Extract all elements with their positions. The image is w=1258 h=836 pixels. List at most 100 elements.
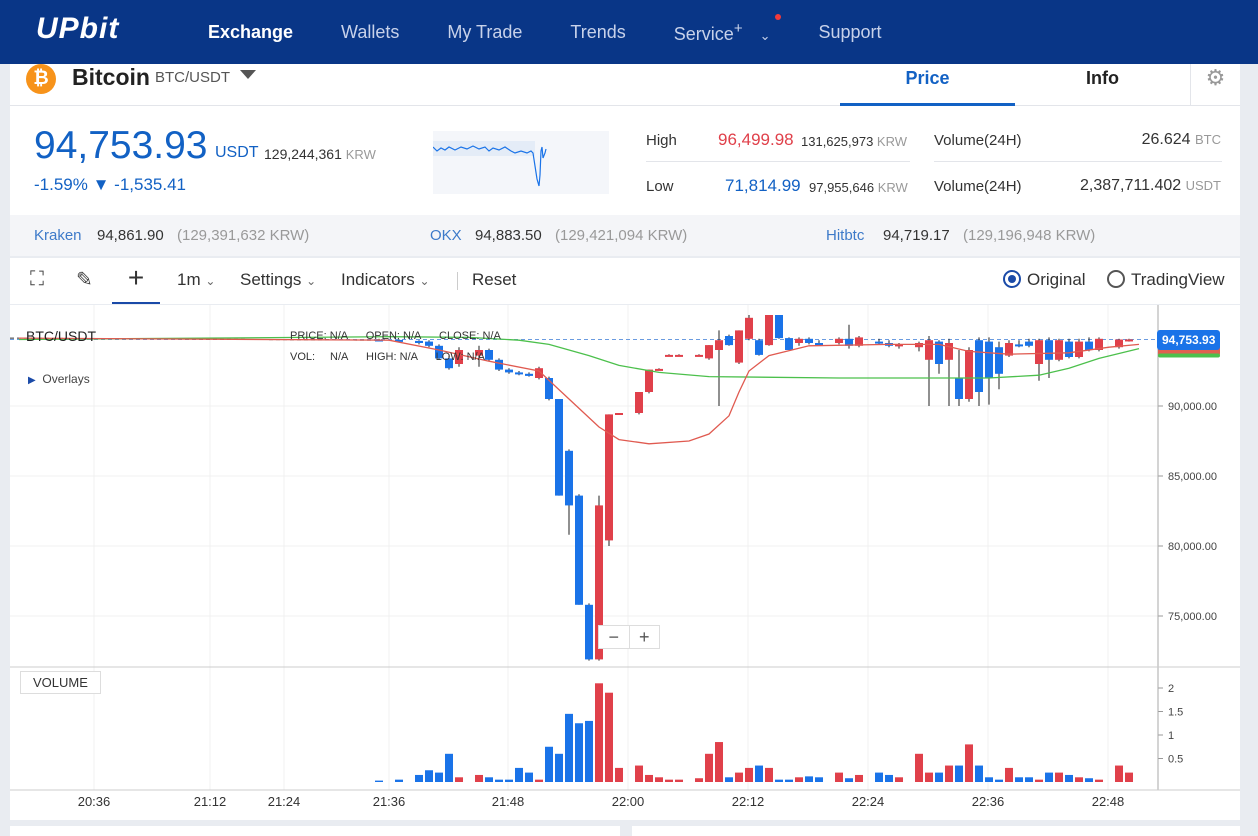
- high-value: 96,499.98: [718, 130, 794, 149]
- time-label: 21:12: [194, 794, 227, 809]
- zoom-in-button[interactable]: +: [630, 626, 660, 648]
- candle-body: [1055, 340, 1063, 360]
- zoom-out-button[interactable]: −: [599, 626, 630, 648]
- nav-wallets[interactable]: Wallets: [341, 22, 399, 43]
- candle-body: [755, 340, 763, 355]
- volume-bar: [535, 779, 543, 782]
- reset-button[interactable]: Reset: [472, 270, 516, 290]
- pencil-icon[interactable]: ✎: [76, 267, 93, 292]
- chevron-down-icon: ⌄: [759, 27, 771, 43]
- candle-body: [835, 338, 843, 343]
- indicators-menu[interactable]: Indicators ⌄: [341, 270, 430, 290]
- coin-header: ₿ Bitcoin BTC/USDT Price Info ⚙: [10, 64, 1240, 106]
- time-label: 22:00: [612, 794, 645, 809]
- volume-bar: [875, 772, 883, 782]
- volume-bar: [525, 772, 533, 782]
- legend-close-label: CLOSE:: [439, 330, 480, 342]
- volume-bar: [1035, 779, 1043, 782]
- overlays-label: Overlays: [42, 372, 90, 386]
- volume-bar: [935, 772, 943, 782]
- legend-high-label: HIGH:: [366, 351, 397, 363]
- nav-service[interactable]: Service+ ⌄: [674, 13, 781, 45]
- volume-bar: [1085, 778, 1093, 782]
- volume-bar: [665, 779, 673, 782]
- candle-body: [1125, 339, 1133, 342]
- candle-body: [705, 345, 713, 359]
- volume-bar: [815, 777, 823, 782]
- nav-support[interactable]: Support: [819, 22, 882, 43]
- candle-body: [665, 354, 673, 357]
- tab-price[interactable]: Price: [840, 64, 1015, 106]
- change-amount: ▼ -1,535.41: [92, 175, 186, 194]
- legend-low: N/A: [466, 351, 485, 363]
- fullscreen-icon[interactable]: ⛶: [30, 268, 44, 291]
- interval-select[interactable]: 1m ⌄: [177, 270, 215, 290]
- krw-unit: KRW: [345, 147, 376, 162]
- candle-body: [985, 341, 993, 378]
- candle-body: [975, 340, 983, 392]
- time-label: 21:48: [492, 794, 525, 809]
- price-chart[interactable]: 20:36 21:12 21:24 21:36 21:48 22:00 22:12 22:24…: [9, 305, 1240, 820]
- exchange-kraken[interactable]: Kraken: [34, 227, 82, 244]
- candle-body: [765, 315, 773, 346]
- candle-body: [1085, 341, 1093, 350]
- overlays-toggle[interactable]: ▶ Overlays: [28, 372, 90, 386]
- chart-toolbar: ⛶ ✎ + 1m ⌄ Settings ⌄ Indicators ⌄ Reset…: [10, 258, 1240, 304]
- volume-usdt-unit: USDT: [1185, 178, 1221, 193]
- upbit-logo[interactable]: UPbit: [36, 12, 119, 46]
- volume-btc-unit: BTC: [1195, 132, 1221, 147]
- legend-row-2: VOL: N/A HIGH: N/A LOW: N/A: [290, 347, 550, 368]
- volume-bar: [695, 778, 703, 782]
- krw-unit: KRW: [876, 134, 908, 149]
- volume-bar: [1125, 772, 1133, 782]
- volume-bar: [985, 777, 993, 782]
- candle-body: [615, 413, 623, 415]
- radio-original[interactable]: Original: [1003, 270, 1086, 290]
- settings-menu[interactable]: Settings ⌄: [240, 270, 316, 290]
- bottom-panel-right: [632, 826, 1240, 836]
- candle-body: [675, 354, 683, 357]
- price-tick-label: 90,000.00: [1168, 401, 1217, 413]
- coin-name: Bitcoin: [72, 64, 150, 90]
- volume-bar: [1045, 772, 1053, 782]
- volume-bar: [1075, 777, 1083, 782]
- volume-tick-label: 0.5: [1168, 754, 1183, 766]
- candle-body: [725, 336, 733, 346]
- tab-info[interactable]: Info: [1015, 64, 1190, 106]
- volume-bar: [975, 765, 983, 782]
- gear-icon[interactable]: ⚙: [1190, 64, 1240, 106]
- interval-value: 1m: [177, 270, 201, 289]
- candle-body: [785, 338, 793, 350]
- radio-tradingview[interactable]: TradingView: [1107, 270, 1225, 290]
- volume-bar: [705, 753, 713, 782]
- volume-bar: [755, 765, 763, 782]
- volume-bar: [605, 692, 613, 782]
- top-navigation: UPbit Exchange Wallets My Trade Trends S…: [0, 0, 1258, 64]
- candle-body: [505, 369, 513, 373]
- volume-bar: [775, 779, 783, 782]
- crosshair-icon[interactable]: +: [112, 258, 160, 304]
- exchange-hitbtc[interactable]: Hitbtc: [826, 227, 864, 244]
- volume-bar: [585, 720, 593, 782]
- volume-bar: [805, 776, 813, 782]
- volume-bar: [845, 778, 853, 782]
- candle-body: [925, 340, 933, 360]
- exchange-okx[interactable]: OKX: [430, 227, 462, 244]
- legend-high: N/A: [399, 351, 418, 363]
- volume-bar: [855, 774, 863, 782]
- candle-body: [585, 604, 593, 660]
- nav-trends[interactable]: Trends: [570, 22, 625, 43]
- notification-dot: [774, 13, 781, 20]
- nav-exchange[interactable]: Exchange: [208, 22, 293, 43]
- last-price-label: 94,753.93: [1157, 330, 1221, 350]
- nav-my-trade[interactable]: My Trade: [447, 22, 522, 43]
- radio-selected-icon: [1003, 270, 1021, 288]
- volume-bar: [1005, 767, 1013, 782]
- price-change: -1.59% ▼ -1,535.41: [34, 175, 186, 195]
- candle-body: [955, 378, 963, 399]
- coin-select-caret-icon[interactable]: [240, 70, 256, 79]
- hitbtc-krw: (129,196,948 KRW): [963, 227, 1096, 244]
- low-krw: 97,955,646 KRW: [809, 180, 908, 195]
- chart-svg[interactable]: 20:36 21:12 21:24 21:36 21:48 22:00 22:12 22:24…: [9, 305, 1240, 820]
- volume-bar: [725, 777, 733, 782]
